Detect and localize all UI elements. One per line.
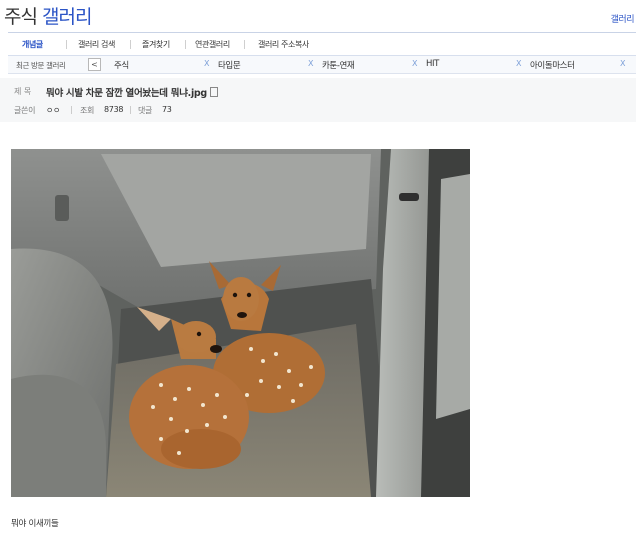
- post-author[interactable]: ㅇㅇ: [46, 105, 60, 116]
- gallery-title[interactable]: 주식 갤러리: [4, 2, 92, 29]
- close-icon[interactable]: X: [516, 59, 521, 68]
- recent-galleries-label: 최근 방문 갤러리: [16, 61, 66, 70]
- nav-tab-search[interactable]: 갤러리 검색: [78, 39, 115, 50]
- nav-divider: [244, 40, 245, 49]
- recent-tab-typemoon[interactable]: 타입문: [218, 59, 241, 71]
- gallery-title-main: 주식: [4, 6, 38, 28]
- gallery-title-accent: 갤러리: [42, 6, 92, 28]
- author-label: 글쓴이: [14, 106, 36, 115]
- close-icon[interactable]: X: [204, 59, 209, 68]
- close-icon[interactable]: X: [620, 59, 625, 68]
- post-header: 제 목 뭐야 시발 차문 잠깐 열어놨는데 뭐냐.jpg 글쓴이 ㅇㅇ 조회 8…: [0, 78, 636, 122]
- nav-divider: [130, 40, 131, 49]
- nav-tab-related[interactable]: 연관갤러리: [195, 39, 230, 50]
- header-gallery-link[interactable]: 갤러리: [611, 12, 635, 25]
- close-icon[interactable]: X: [308, 59, 313, 68]
- gallery-nav-bar: 개념글 갤러리 검색 즐겨찾기 연관갤러리 갤러리 주소복사: [8, 32, 636, 56]
- recent-tab-stock[interactable]: 주식: [114, 59, 129, 71]
- post-title: 뭐야 시발 차문 잠깐 열어놨는데 뭐냐.jpg: [46, 85, 218, 99]
- recent-tab-idolmaster[interactable]: 아이돌마스터: [530, 59, 575, 71]
- comments-label: 댓글: [138, 106, 153, 115]
- close-icon[interactable]: X: [412, 59, 417, 68]
- recent-tab-cartoon[interactable]: 카툰-연재: [322, 59, 355, 71]
- nav-divider: [185, 40, 186, 49]
- views-label: 조회: [80, 106, 95, 115]
- image-file-icon: [209, 87, 218, 97]
- comment-count: 73: [162, 105, 172, 114]
- fawns-in-car-photo: [11, 149, 470, 497]
- nav-tab-favorites[interactable]: 즐겨찾기: [142, 39, 170, 50]
- post-title-label: 제 목: [14, 87, 32, 96]
- meta-divider: [130, 106, 131, 114]
- post-image: [11, 149, 470, 497]
- post-title-text: 뭐야 시발 차문 잠깐 열어놨는데 뭐냐.jpg: [46, 88, 207, 99]
- nav-tab-copy-address[interactable]: 갤러리 주소복사: [258, 39, 309, 50]
- nav-tab-concept[interactable]: 개념글: [22, 39, 43, 50]
- gallery-header: 주식 갤러리 갤러리: [0, 0, 636, 30]
- meta-divider: [71, 106, 72, 114]
- recent-tab-hit[interactable]: HIT: [426, 59, 439, 69]
- nav-divider: [66, 40, 67, 49]
- chevron-left-icon[interactable]: <: [88, 58, 101, 71]
- view-count: 8738: [104, 105, 124, 114]
- recent-galleries-bar: 최근 방문 갤러리 < 주식 X 타입문 X 카툰-연재 X HIT X 아이돌…: [8, 56, 636, 74]
- post-body-text: 뭐야 이새끼들: [11, 519, 59, 529]
